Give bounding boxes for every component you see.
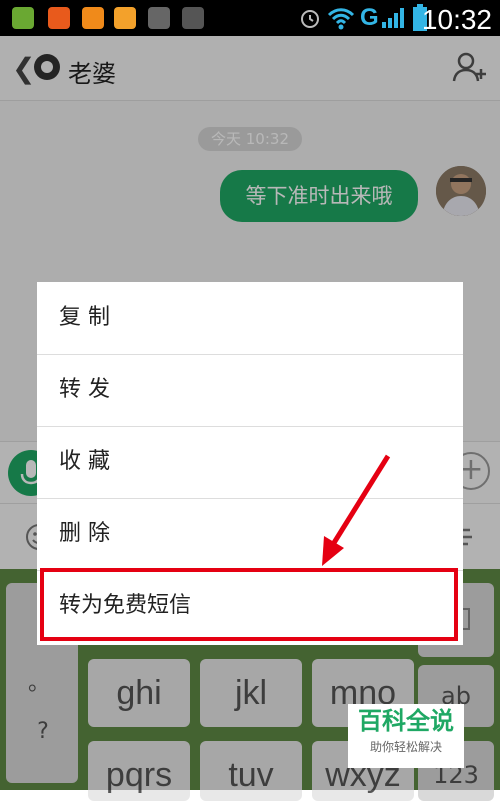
audio-notification-icon xyxy=(114,7,136,29)
watermark-subtitle: 助你轻松解决 xyxy=(369,740,442,754)
clock: 10:32 xyxy=(421,4,492,35)
taobao-notification-icon xyxy=(48,7,70,29)
rss-notification-icon xyxy=(82,7,104,29)
alarm-icon xyxy=(301,10,319,28)
watermark-logo: 百科全说 助你轻松解决 xyxy=(348,704,464,768)
app-notification-icon xyxy=(12,7,34,29)
highlight-box xyxy=(40,568,458,641)
network-type: G xyxy=(360,4,379,31)
watermark-title: 百科全说 xyxy=(358,707,454,735)
menu-item-copy[interactable]: 复 制 xyxy=(37,282,463,355)
signal-icon xyxy=(382,8,404,28)
keyboard-icon xyxy=(148,7,170,29)
status-bar: G 10:32 xyxy=(0,0,500,36)
wifi-icon xyxy=(327,8,355,30)
annotation-arrow-icon xyxy=(322,454,391,566)
menu-item-forward[interactable]: 转 发 xyxy=(37,354,463,427)
wifi-question-icon xyxy=(182,7,204,29)
